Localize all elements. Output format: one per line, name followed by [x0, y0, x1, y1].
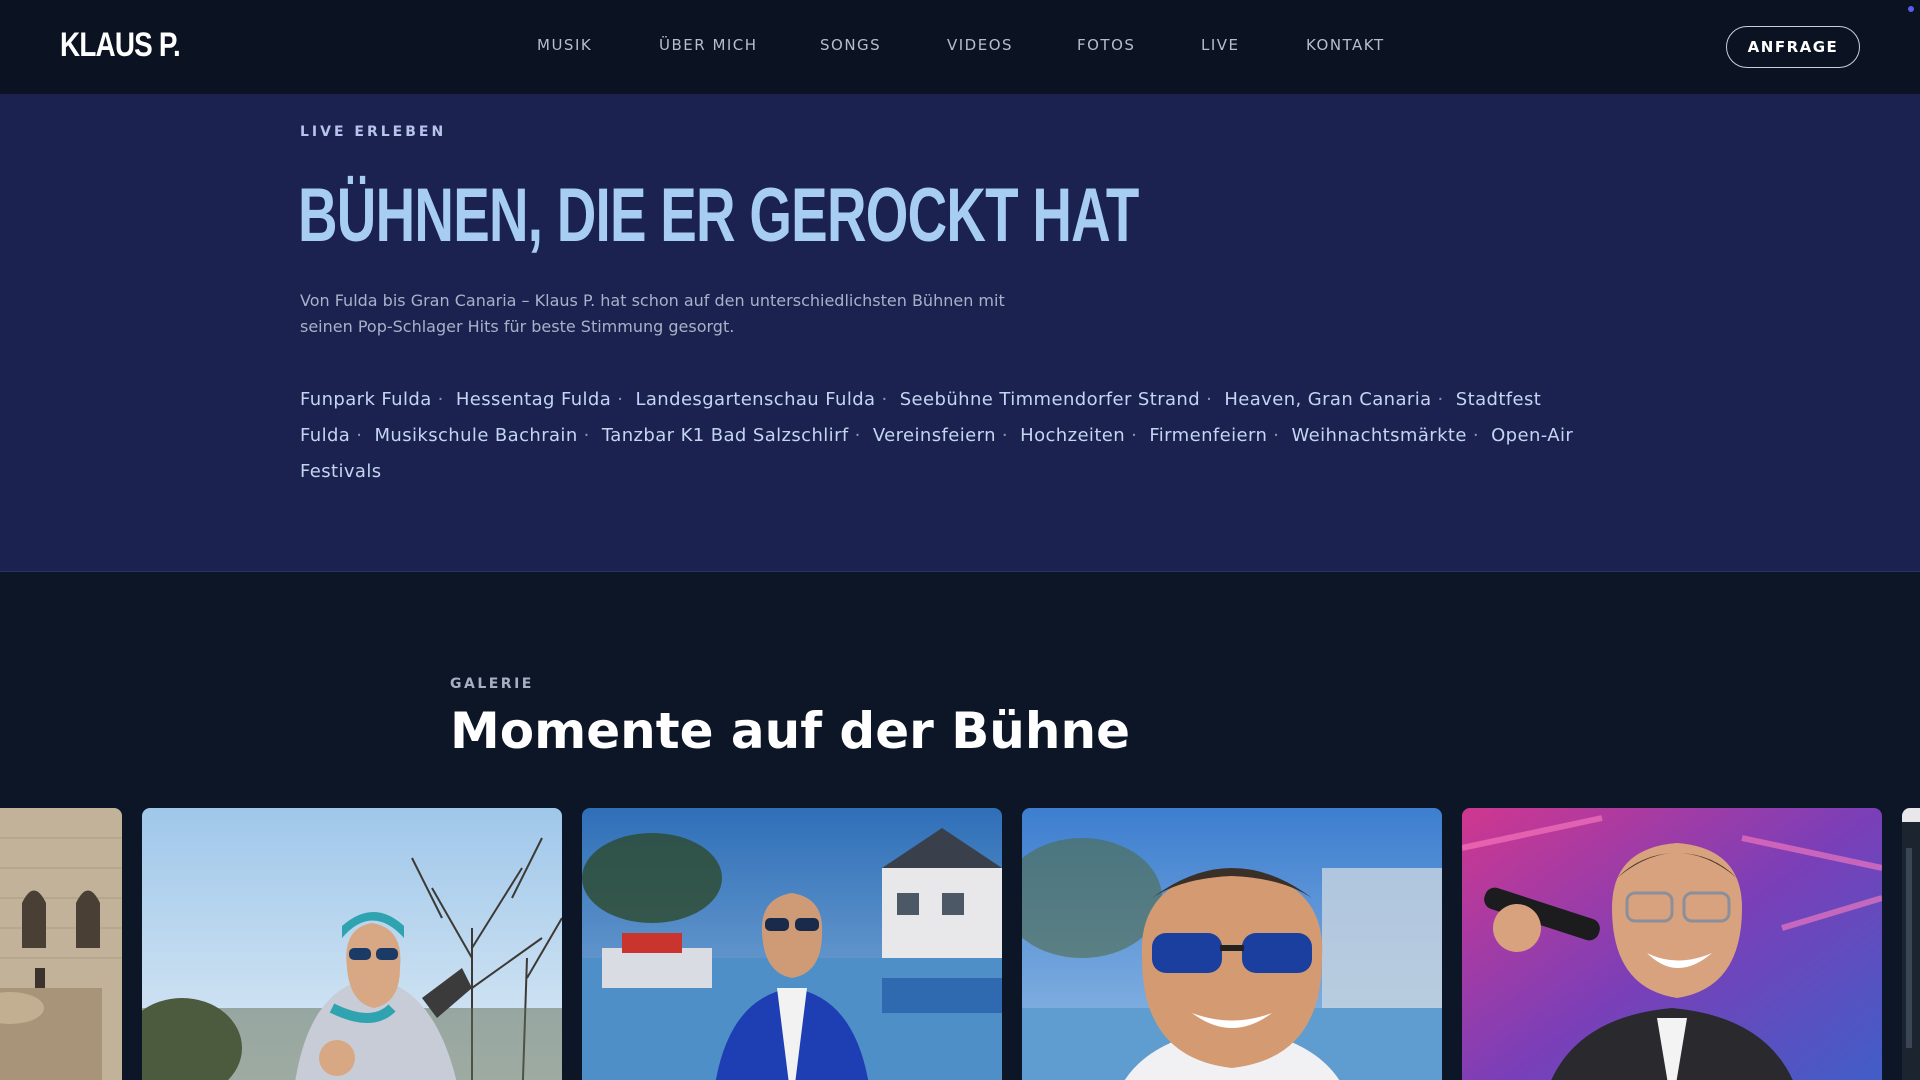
photo-harbor — [582, 808, 1002, 1080]
venue-separator: · — [437, 389, 444, 410]
gallery-eyebrow: GALERIE — [450, 676, 534, 692]
venue-separator: · — [881, 389, 888, 410]
gallery-title: Momente auf der Bühne — [450, 702, 1131, 760]
venue-item: Funpark Fulda — [300, 389, 432, 410]
venue-separator: · — [1437, 389, 1444, 410]
gallery-photo[interactable] — [142, 808, 562, 1080]
venue-item: Landesgartenschau Fulda — [635, 389, 876, 410]
anfrage-button[interactable]: ANFRAGE — [1726, 26, 1860, 68]
venue-separator: · — [854, 425, 861, 446]
venue-item: Hessentag Fulda — [455, 389, 612, 410]
venue-item: Weihnachtsmärkte — [1291, 425, 1467, 446]
nav-item-ueber-mich[interactable]: ÜBER MICH — [659, 36, 758, 54]
photo-stage — [1462, 808, 1882, 1080]
live-eyebrow: LIVE ERLEBEN — [300, 124, 447, 140]
photo-carousel[interactable] — [0, 808, 1920, 1080]
main-nav: MUSIK ÜBER MICH SONGS VIDEOS FOTOS LIVE … — [0, 0, 1920, 94]
status-dot — [1908, 6, 1914, 12]
photo-building — [0, 808, 122, 1080]
venue-item: Seebühne Timmendorfer Strand — [899, 389, 1201, 410]
venue-separator: · — [1206, 389, 1213, 410]
venue-separator: · — [1273, 425, 1280, 446]
nav-item-live[interactable]: LIVE — [1201, 36, 1240, 54]
gallery-photo[interactable] — [1902, 808, 1920, 1080]
venue-item: Musikschule Bachrain — [374, 425, 578, 446]
live-section: LIVE ERLEBEN BÜHNEN, DIE ER GEROCKT HAT … — [0, 94, 1920, 572]
nav-item-kontakt[interactable]: KONTAKT — [1306, 36, 1385, 54]
venue-separator: · — [1472, 425, 1479, 446]
nav-item-musik[interactable]: MUSIK — [537, 36, 592, 54]
nav-item-videos[interactable]: VIDEOS — [947, 36, 1013, 54]
photo-selfie — [1022, 808, 1442, 1080]
venue-item: Heaven, Gran Canaria — [1224, 389, 1432, 410]
live-headline: BÜHNEN, DIE ER GEROCKT HAT — [298, 173, 1139, 258]
venue-separator: · — [1001, 425, 1009, 446]
photo-partial — [1902, 808, 1920, 1080]
nav-item-songs[interactable]: SONGS — [820, 36, 881, 54]
venue-item: Vereinsfeiern — [872, 425, 996, 446]
gallery-section: GALERIE Momente auf der Bühne — [0, 572, 1920, 1080]
venue-separator: · — [617, 389, 624, 410]
gallery-photo[interactable] — [1022, 808, 1442, 1080]
venue-item: Tanzbar K1 Bad Salzschlirf — [601, 425, 849, 446]
gallery-photo[interactable] — [582, 808, 1002, 1080]
photo-outdoor — [142, 808, 562, 1080]
live-intro: Von Fulda bis Gran Canaria – Klaus P. ha… — [300, 291, 1005, 336]
gallery-photo[interactable] — [1462, 808, 1882, 1080]
venue-separator: · — [1131, 425, 1138, 446]
gallery-photo[interactable] — [0, 808, 122, 1080]
venue-list: Funpark Fulda · Hessentag Fulda · Landesga… — [300, 382, 1600, 490]
site-header: KLAUS P. MUSIK ÜBER MICH SONGS VIDEOS FO… — [0, 0, 1920, 94]
venue-item: Firmenfeiern — [1149, 425, 1268, 446]
venue-item: Hochzeiten — [1020, 425, 1126, 446]
nav-item-fotos[interactable]: FOTOS — [1077, 36, 1135, 54]
venue-separator: · — [356, 425, 363, 446]
venue-separator: · — [583, 425, 590, 446]
